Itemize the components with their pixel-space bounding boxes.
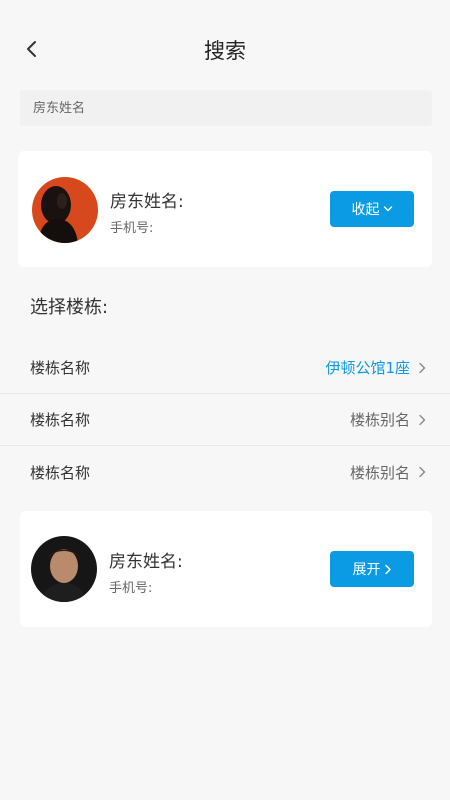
building-row[interactable]: 楼栋名称 楼栋别名	[0, 446, 450, 498]
building-list: 楼栋名称 伊顿公馆1座 楼栋名称 楼栋别名 楼栋名称 楼栋别名	[0, 342, 450, 498]
building-name-label: 楼栋名称	[30, 463, 91, 482]
chevron-right-icon	[419, 466, 426, 478]
collapse-button-label: 收起	[351, 202, 380, 218]
building-name-label: 楼栋名称	[30, 411, 91, 429]
landlord-name-label: 房东姓名:	[110, 192, 184, 212]
building-section-title: 选择楼栋:	[30, 297, 109, 318]
avatar	[31, 536, 97, 602]
avatar	[32, 177, 98, 243]
building-value: 楼栋别名	[349, 463, 410, 482]
building-name-label: 楼栋名称	[30, 359, 91, 377]
page-title: 搜索	[204, 39, 246, 63]
chevron-right-icon	[384, 564, 391, 574]
building-row[interactable]: 楼栋名称 楼栋别名	[0, 394, 450, 446]
building-value: 楼栋别名	[349, 411, 410, 429]
landlord-card: 房东姓名: 手机号: 展开	[20, 511, 432, 627]
landlord-name-label: 房东姓名:	[109, 552, 183, 572]
header-bar: 搜索	[0, 0, 450, 100]
collapse-button[interactable]: 收起	[330, 191, 414, 227]
search-box[interactable]	[20, 90, 432, 126]
expand-button-label: 展开	[352, 562, 381, 578]
landlord-card: 房东姓名: 手机号: 收起	[18, 151, 432, 267]
expand-button[interactable]: 展开	[330, 551, 414, 587]
building-value: 伊顿公馆1座	[325, 359, 410, 377]
search-input[interactable]	[33, 100, 432, 116]
chevron-right-icon	[419, 362, 426, 373]
building-row[interactable]: 楼栋名称 伊顿公馆1座	[0, 342, 450, 394]
chevron-right-icon	[419, 414, 426, 425]
landlord-phone-label: 手机号:	[109, 581, 153, 596]
chevron-down-icon	[383, 206, 392, 212]
landlord-phone-label: 手机号:	[110, 221, 154, 236]
